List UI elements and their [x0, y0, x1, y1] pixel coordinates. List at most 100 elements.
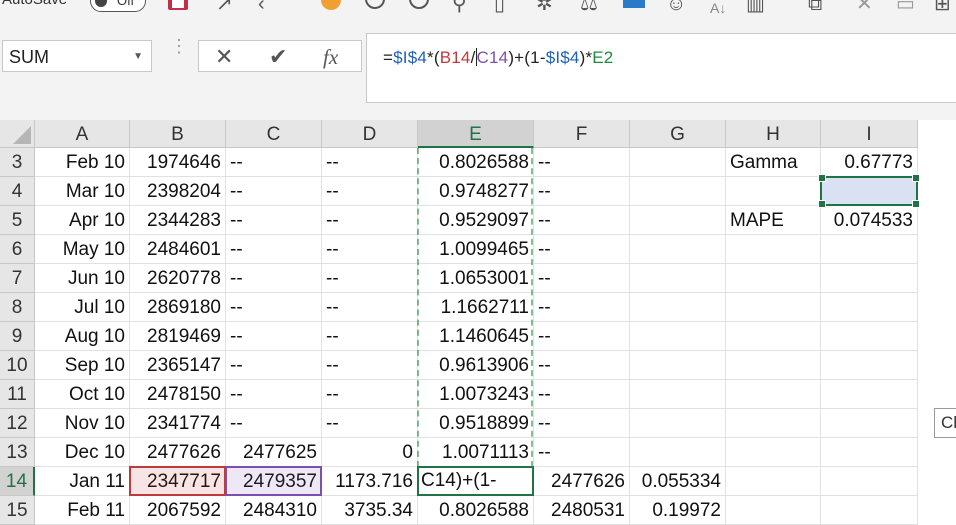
cell-b5[interactable]: 2344283: [130, 206, 226, 235]
column-header-h[interactable]: H: [726, 120, 821, 148]
row-header-11[interactable]: 11: [0, 380, 35, 409]
cell-h7[interactable]: [726, 264, 821, 293]
cell-f4[interactable]: --: [534, 177, 630, 206]
row-header-8[interactable]: 8: [0, 293, 35, 322]
cell-b6[interactable]: 2484601: [130, 235, 226, 264]
circle-arrow-icon[interactable]: [364, 0, 386, 18]
row-header-13[interactable]: 13: [0, 438, 35, 467]
sort-icon[interactable]: A↓: [710, 0, 726, 18]
cell-h14[interactable]: [726, 467, 821, 496]
cell-f11[interactable]: --: [534, 380, 630, 409]
chart-icon[interactable]: ▥: [746, 0, 765, 14]
save-icon[interactable]: [166, 0, 190, 18]
selection-handle[interactable]: [912, 174, 920, 182]
cell-h6[interactable]: [726, 235, 821, 264]
cell-c13[interactable]: 2477625: [226, 438, 322, 467]
cell-i7[interactable]: [821, 264, 918, 293]
row-header-7[interactable]: 7: [0, 264, 35, 293]
find-icon[interactable]: ⚲: [452, 0, 467, 14]
cancel-icon[interactable]: ✕: [215, 44, 233, 70]
column-header-c[interactable]: C: [226, 120, 322, 148]
cell-i3[interactable]: 0.67773: [821, 148, 918, 177]
cell-b10[interactable]: 2365147: [130, 351, 226, 380]
cell-g4[interactable]: [630, 177, 726, 206]
column-header-e[interactable]: E: [418, 120, 534, 148]
cell-b7[interactable]: 2620778: [130, 264, 226, 293]
snowflake-icon[interactable]: ✲: [536, 0, 553, 14]
row-header-12[interactable]: 12: [0, 409, 35, 438]
cell-g3[interactable]: [630, 148, 726, 177]
cell-b11[interactable]: 2478150: [130, 380, 226, 409]
cell-a6[interactable]: May 10: [35, 235, 130, 264]
spreadsheet-grid[interactable]: A B C D E F G H I 3 Feb 10 1974646 -- -- 0.8026588 -- Ga…: [0, 120, 956, 525]
cell-b8[interactable]: 2869180: [130, 293, 226, 322]
row-header-15[interactable]: 15: [0, 496, 35, 525]
macro-icon[interactable]: [320, 0, 342, 18]
select-all-button[interactable]: [0, 120, 35, 148]
cell-c3[interactable]: --: [226, 148, 322, 177]
cell-c5[interactable]: --: [226, 206, 322, 235]
cell-g12[interactable]: [630, 409, 726, 438]
cell-h9[interactable]: [726, 322, 821, 351]
cell-a11[interactable]: Oct 10: [35, 380, 130, 409]
cell-f15[interactable]: 2480531: [534, 496, 630, 525]
cell-b12[interactable]: 2341774: [130, 409, 226, 438]
cell-g8[interactable]: [630, 293, 726, 322]
cell-f13[interactable]: --: [534, 438, 630, 467]
cell-a12[interactable]: Nov 10: [35, 409, 130, 438]
cell-f6[interactable]: --: [534, 235, 630, 264]
cell-i6[interactable]: [821, 235, 918, 264]
column-header-i[interactable]: I: [821, 120, 918, 148]
cell-f12[interactable]: --: [534, 409, 630, 438]
printer-icon[interactable]: ▯: [494, 0, 505, 14]
smiley-icon[interactable]: ☺: [666, 0, 686, 14]
cell-h10[interactable]: [726, 351, 821, 380]
cell-e15[interactable]: 0.8026588: [418, 496, 534, 525]
name-box[interactable]: SUM ▼: [2, 40, 152, 72]
column-header-a[interactable]: A: [35, 120, 130, 148]
cell-d4[interactable]: --: [322, 177, 418, 206]
clear-icon[interactable]: ✕: [856, 0, 873, 14]
cell-d3[interactable]: --: [322, 148, 418, 177]
selection-handle[interactable]: [912, 200, 920, 208]
cell-d14[interactable]: 1173.716: [322, 467, 418, 496]
cell-b4[interactable]: 2398204: [130, 177, 226, 206]
cell-d10[interactable]: --: [322, 351, 418, 380]
cell-a8[interactable]: Jul 10: [35, 293, 130, 322]
enter-icon[interactable]: ✔: [269, 44, 287, 70]
column-header-d[interactable]: D: [322, 120, 418, 148]
cell-h15[interactable]: [726, 496, 821, 525]
cell-a9[interactable]: Aug 10: [35, 322, 130, 351]
row-header-3[interactable]: 3: [0, 148, 35, 177]
column-header-f[interactable]: F: [534, 120, 630, 148]
row-header-10[interactable]: 10: [0, 351, 35, 380]
row-header-4[interactable]: 4: [0, 177, 35, 206]
column-header-b[interactable]: B: [130, 120, 226, 148]
copy-icon[interactable]: ⧉: [808, 0, 822, 14]
cell-c12[interactable]: --: [226, 409, 322, 438]
cell-i5[interactable]: 0.074533: [821, 206, 918, 235]
cell-f7[interactable]: --: [534, 264, 630, 293]
cell-c4[interactable]: --: [226, 177, 322, 206]
cell-g6[interactable]: [630, 235, 726, 264]
cell-f8[interactable]: --: [534, 293, 630, 322]
cell-d11[interactable]: --: [322, 380, 418, 409]
cell-b15[interactable]: 2067592: [130, 496, 226, 525]
cell-g7[interactable]: [630, 264, 726, 293]
cell-d7[interactable]: --: [322, 264, 418, 293]
cell-d13[interactable]: 0: [322, 438, 418, 467]
row-header-6[interactable]: 6: [0, 235, 35, 264]
undo-icon[interactable]: ↗: [216, 0, 233, 14]
cell-g5[interactable]: [630, 206, 726, 235]
cell-a14[interactable]: Jan 11: [35, 467, 130, 496]
cell-c11[interactable]: --: [226, 380, 322, 409]
cell-h5[interactable]: MAPE: [726, 206, 821, 235]
scale-icon[interactable]: ⚖: [580, 0, 598, 14]
cell-g10[interactable]: [630, 351, 726, 380]
cell-h12[interactable]: [726, 409, 821, 438]
cell-b13[interactable]: 2477626: [130, 438, 226, 467]
cell-f14[interactable]: 2477626: [534, 467, 630, 496]
cell-d6[interactable]: --: [322, 235, 418, 264]
picture-icon[interactable]: [622, 0, 646, 18]
cell-d5[interactable]: --: [322, 206, 418, 235]
